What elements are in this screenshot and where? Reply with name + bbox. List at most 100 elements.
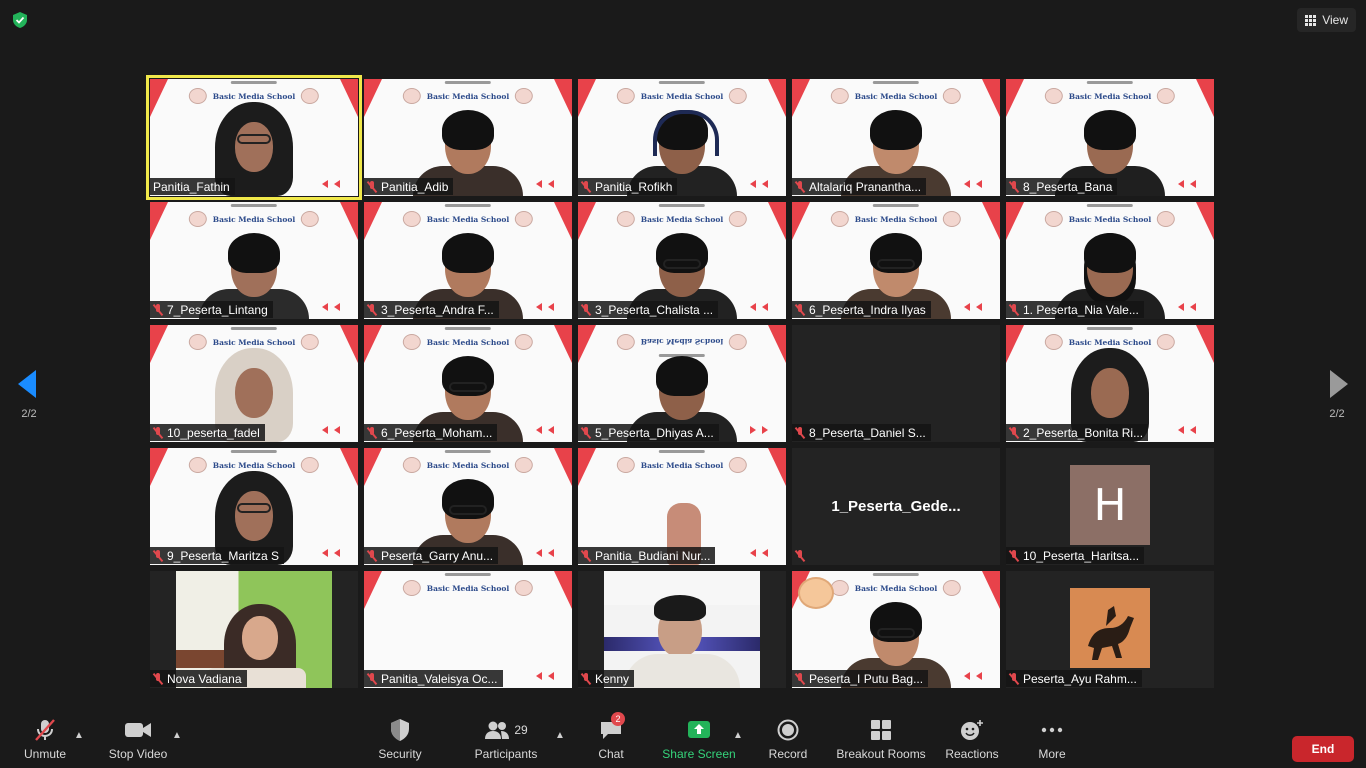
participant-tile[interactable]: Basic Media School 7_Peserta_Lintang <box>150 202 358 319</box>
muted-mic-icon <box>795 549 805 562</box>
slide-arrows-decoration <box>750 303 768 311</box>
unmute-button[interactable]: Unmute <box>22 718 68 764</box>
participant-name: 6_Peserta_Indra Ilyas <box>809 302 926 317</box>
top-bar: View <box>0 0 1366 40</box>
slide-arrows-decoration <box>322 426 340 434</box>
slide-arrows-decoration <box>964 303 982 311</box>
slide-arrows-decoration <box>1178 426 1196 434</box>
sponsor-logos <box>658 81 705 84</box>
participant-tile[interactable]: 1_Peserta_Gede... <box>792 448 1000 565</box>
participant-tile[interactable]: Basic Media School 6_Peserta_Moham... <box>364 325 572 442</box>
muted-mic-icon <box>367 303 377 316</box>
sponsor-logos <box>444 573 491 576</box>
muted-mic-icon <box>367 180 377 193</box>
breakout-rooms-button[interactable]: Breakout Rooms <box>836 718 926 764</box>
chat-button[interactable]: 2 Chat <box>592 712 630 764</box>
participant-tile[interactable]: Basic Media School 5_Peserta_Dhiyas A... <box>578 325 786 442</box>
end-meeting-button[interactable]: End <box>1292 736 1354 762</box>
participant-name-label: 10_Peserta_Haritsa... <box>1006 547 1145 564</box>
view-button[interactable]: View <box>1297 8 1356 32</box>
slide-arrows-decoration <box>536 303 554 311</box>
participant-name: 7_Peserta_Lintang <box>167 302 268 317</box>
sponsor-logos <box>230 450 277 453</box>
slide-arrows-decoration <box>750 549 768 557</box>
stop-video-label: Stop Video <box>108 747 168 761</box>
next-page-button[interactable]: 2/2 <box>1322 368 1352 428</box>
participant-name-label: 1. Peserta_Nia Vale... <box>1006 301 1144 318</box>
participant-tile[interactable]: Peserta_Ayu Rahm... <box>1006 571 1214 688</box>
more-button[interactable]: More <box>1034 718 1070 764</box>
participant-tile[interactable]: 8_Peserta_Daniel S... <box>792 325 1000 442</box>
participant-tile[interactable]: Nova Vadiana <box>150 571 358 688</box>
security-button[interactable]: Security <box>374 718 426 764</box>
share-options-chevron-icon[interactable]: ▲ <box>733 730 743 741</box>
participant-name-label: Panitia_Adib <box>364 178 454 195</box>
participants-count: 29 <box>514 723 528 737</box>
reactions-label: Reactions <box>945 747 999 761</box>
participants-options-chevron-icon[interactable]: ▲ <box>555 730 565 741</box>
muted-mic-icon <box>367 672 377 685</box>
encryption-shield-icon[interactable] <box>11 11 29 29</box>
page-indicator-left: 2/2 <box>21 408 37 420</box>
muted-mic-icon <box>153 549 163 562</box>
participant-name-label: 6_Peserta_Indra Ilyas <box>792 301 931 318</box>
participant-tile[interactable]: Basic Media School Altalariq Pranantha..… <box>792 79 1000 196</box>
participant-name: Altalariq Pranantha... <box>809 179 922 194</box>
audio-options-chevron-icon[interactable]: ▲ <box>74 730 84 741</box>
sponsor-logos <box>872 81 919 84</box>
previous-page-button[interactable]: 2/2 <box>14 368 44 428</box>
participant-tile[interactable]: Basic Media School 2_Peserta_Bonita Ri..… <box>1006 325 1214 442</box>
participant-name: 10_peserta_fadel <box>167 425 260 440</box>
view-label: View <box>1322 13 1348 27</box>
participant-tile[interactable]: Basic Media School 8_Peserta_Bana <box>1006 79 1214 196</box>
reactions-smiley-icon <box>960 718 984 742</box>
participant-tile[interactable]: Basic Media School Panitia_Valeisya Oc..… <box>364 571 572 688</box>
muted-mic-icon <box>795 303 805 316</box>
participant-name-label: 7_Peserta_Lintang <box>150 301 273 318</box>
slide-arrows-decoration <box>964 180 982 188</box>
participant-name-label: Peserta_I Putu Bag... <box>792 670 929 687</box>
participant-tile[interactable]: Kenny <box>578 571 786 688</box>
participant-name: 8_Peserta_Bana <box>1023 179 1113 194</box>
breakout-rooms-icon <box>870 718 892 742</box>
participant-name: Nova Vadiana <box>167 671 242 686</box>
participant-tile[interactable]: Basic Media School Panitia_Budiani Nur..… <box>578 448 786 565</box>
sponsor-logos <box>1086 81 1133 84</box>
participant-name: Panitia_Valeisya Oc... <box>381 671 498 686</box>
video-options-chevron-icon[interactable]: ▲ <box>172 730 182 741</box>
participant-tile[interactable]: Basic Media School Panitia_Adib <box>364 79 572 196</box>
participant-tile[interactable]: Basic Media School Panitia_Rofikh <box>578 79 786 196</box>
participant-tile[interactable]: Basic Media School 9_Peserta_Maritza S <box>150 448 358 565</box>
participant-tile[interactable]: Basic Media School Peserta_I Putu Bag... <box>792 571 1000 688</box>
muted-mic-icon <box>795 426 805 439</box>
participant-tile[interactable]: Basic Media School 6_Peserta_Indra Ilyas <box>792 202 1000 319</box>
slide-arrows-decoration <box>964 672 982 680</box>
participant-tile[interactable]: Basic Media School 1. Peserta_Nia Vale..… <box>1006 202 1214 319</box>
participant-tile[interactable]: Basic Media School 3_Peserta_Andra F... <box>364 202 572 319</box>
record-button[interactable]: Record <box>766 718 810 764</box>
share-screen-button[interactable]: Share Screen <box>662 718 736 764</box>
stop-video-button[interactable]: Stop Video <box>106 718 170 764</box>
participant-name: 3_Peserta_Andra F... <box>381 302 494 317</box>
participant-tile[interactable]: Basic Media School 10_peserta_fadel <box>150 325 358 442</box>
participant-tile[interactable]: Basic Media School Peserta_Garry Anu... <box>364 448 572 565</box>
share-screen-label: Share Screen <box>662 747 736 761</box>
participants-button[interactable]: 29 Participants <box>470 718 542 764</box>
participant-name-label: 3_Peserta_Chalista ... <box>578 301 719 318</box>
slide-title: Basic Media School <box>426 583 510 593</box>
participant-name-label: Panitia_Valeisya Oc... <box>364 670 503 687</box>
muted-mic-icon <box>581 549 591 562</box>
participant-tile[interactable]: H 10_Peserta_Haritsa... <box>1006 448 1214 565</box>
participant-name: 3_Peserta_Chalista ... <box>595 302 714 317</box>
participant-tile[interactable]: Basic Media School 3_Peserta_Chalista ..… <box>578 202 786 319</box>
slide-arrows-decoration <box>536 426 554 434</box>
participant-name-label <box>792 547 810 564</box>
reactions-button[interactable]: Reactions <box>944 718 1000 764</box>
participant-name: Panitia_Rofikh <box>595 179 673 194</box>
participant-name-label: 8_Peserta_Bana <box>1006 178 1118 195</box>
participant-display-name: 1_Peserta_Gede... <box>831 498 961 515</box>
participant-name: 2_Peserta_Bonita Ri... <box>1023 425 1144 440</box>
participant-tile[interactable]: Basic Media School Panitia_Fathin <box>146 75 362 200</box>
muted-mic-icon <box>367 426 377 439</box>
participant-name-label: 3_Peserta_Andra F... <box>364 301 499 318</box>
